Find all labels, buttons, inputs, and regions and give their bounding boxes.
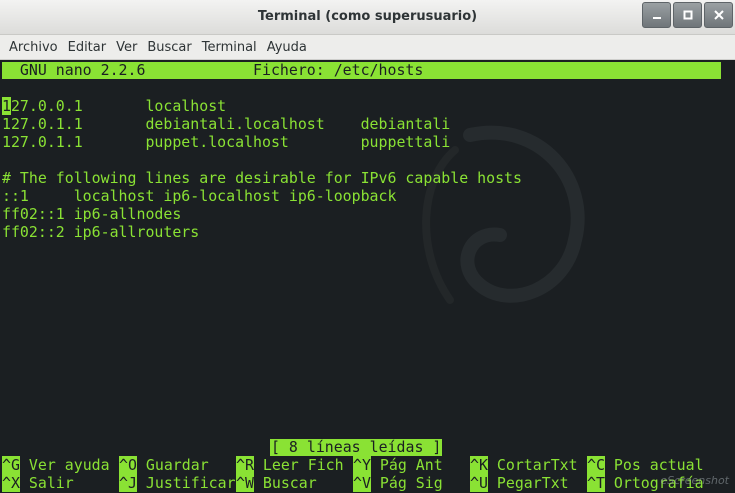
shortcut-pos-actual[interactable]: ^C Pos actual <box>587 456 704 474</box>
shortcut-label: PegarTxt <box>487 474 569 492</box>
shortcut-key: ^J <box>119 474 137 492</box>
file-line-text: 27.0.0.1 localhost <box>10 97 227 115</box>
shortcut-key: ^O <box>119 456 137 474</box>
file-line-5[interactable]: # The following lines are desirable for … <box>2 169 522 187</box>
menubar: Archivo Editar Ver Buscar Terminal Ayuda <box>0 35 735 60</box>
menu-ayuda[interactable]: Ayuda <box>262 35 312 60</box>
shortcut-key: ^C <box>587 456 605 474</box>
shortcut-leer-fich[interactable]: ^R Leer Fich <box>236 456 344 474</box>
shortcut-key: ^U <box>470 474 488 492</box>
watermark: eScreenshot <box>660 474 729 487</box>
shortcut-salir[interactable]: ^X Salir <box>2 474 74 492</box>
window-titlebar[interactable]: Terminal (como superusuario) <box>0 0 735 35</box>
shortcut-key: ^G <box>2 456 20 474</box>
window-title: Terminal (como superusuario) <box>257 9 478 24</box>
shortcut-guardar[interactable]: ^O Guardar <box>119 456 209 474</box>
close-icon[interactable] <box>704 2 733 28</box>
terminal-area[interactable]: GNU nano 2.2.6 Fichero: /etc/hosts 127.0… <box>0 60 735 493</box>
text-cursor: 1 <box>2 97 11 115</box>
shortcut-key: ^T <box>587 474 605 492</box>
shortcut-label: CortarTxt <box>487 456 578 474</box>
menu-buscar[interactable]: Buscar <box>142 35 196 60</box>
status-message: [ 8 líneas leídas ] <box>270 438 443 456</box>
shortcut-label: Pág Sig <box>370 474 443 492</box>
shortcut-pag-ant[interactable]: ^Y Pág Ant <box>353 456 443 474</box>
shortcut-justificar[interactable]: ^J Justificar <box>119 474 236 492</box>
shortcut-key: ^R <box>236 456 254 474</box>
menu-archivo[interactable]: Archivo <box>4 35 63 60</box>
file-line-8[interactable]: ff02::2 ip6-allrouters <box>2 223 199 241</box>
menu-terminal[interactable]: Terminal <box>197 35 262 60</box>
shortcut-label: Ver ayuda <box>19 456 110 474</box>
shortcut-key: ^K <box>470 456 488 474</box>
shortcut-key: ^V <box>353 474 371 492</box>
shortcut-label: Pág Ant <box>370 456 443 474</box>
shortcut-label: Pos actual <box>604 456 704 474</box>
nano-header: GNU nano 2.2.6 Fichero: /etc/hosts <box>2 62 721 79</box>
shortcut-key: ^X <box>2 474 20 492</box>
file-line-6[interactable]: ::1 localhost ip6-localhost ip6-loopback <box>2 187 396 205</box>
menu-editar[interactable]: Editar <box>63 35 112 60</box>
file-line-1[interactable]: 127.0.0.1 localhost <box>2 97 226 115</box>
file-line-2[interactable]: 127.0.1.1 debiantali.localhost debiantal… <box>2 115 450 133</box>
maximize-icon[interactable] <box>673 2 702 28</box>
shortcut-label: Guardar <box>136 456 209 474</box>
shortcut-key: ^W <box>236 474 254 492</box>
shortcut-label: Leer Fich <box>253 456 344 474</box>
file-line-3[interactable]: 127.0.1.1 puppet.localhost puppettali <box>2 133 450 151</box>
menu-ver[interactable]: Ver <box>111 35 142 60</box>
window-controls <box>642 2 733 28</box>
shortcut-key: ^Y <box>353 456 371 474</box>
shortcut-pegar-txt[interactable]: ^U PegarTxt <box>470 474 569 492</box>
file-line-7[interactable]: ff02::1 ip6-allnodes <box>2 205 181 223</box>
shortcut-buscar[interactable]: ^W Buscar <box>236 474 317 492</box>
shortcut-ver-ayuda[interactable]: ^G Ver ayuda <box>2 456 110 474</box>
shortcut-label: Justificar <box>136 474 236 492</box>
shortcut-cortar-txt[interactable]: ^K CortarTxt <box>470 456 578 474</box>
shortcut-label: Salir <box>19 474 74 492</box>
shortcut-label: Buscar <box>253 474 317 492</box>
minimize-icon[interactable] <box>642 2 671 28</box>
shortcut-pag-sig[interactable]: ^V Pág Sig <box>353 474 443 492</box>
